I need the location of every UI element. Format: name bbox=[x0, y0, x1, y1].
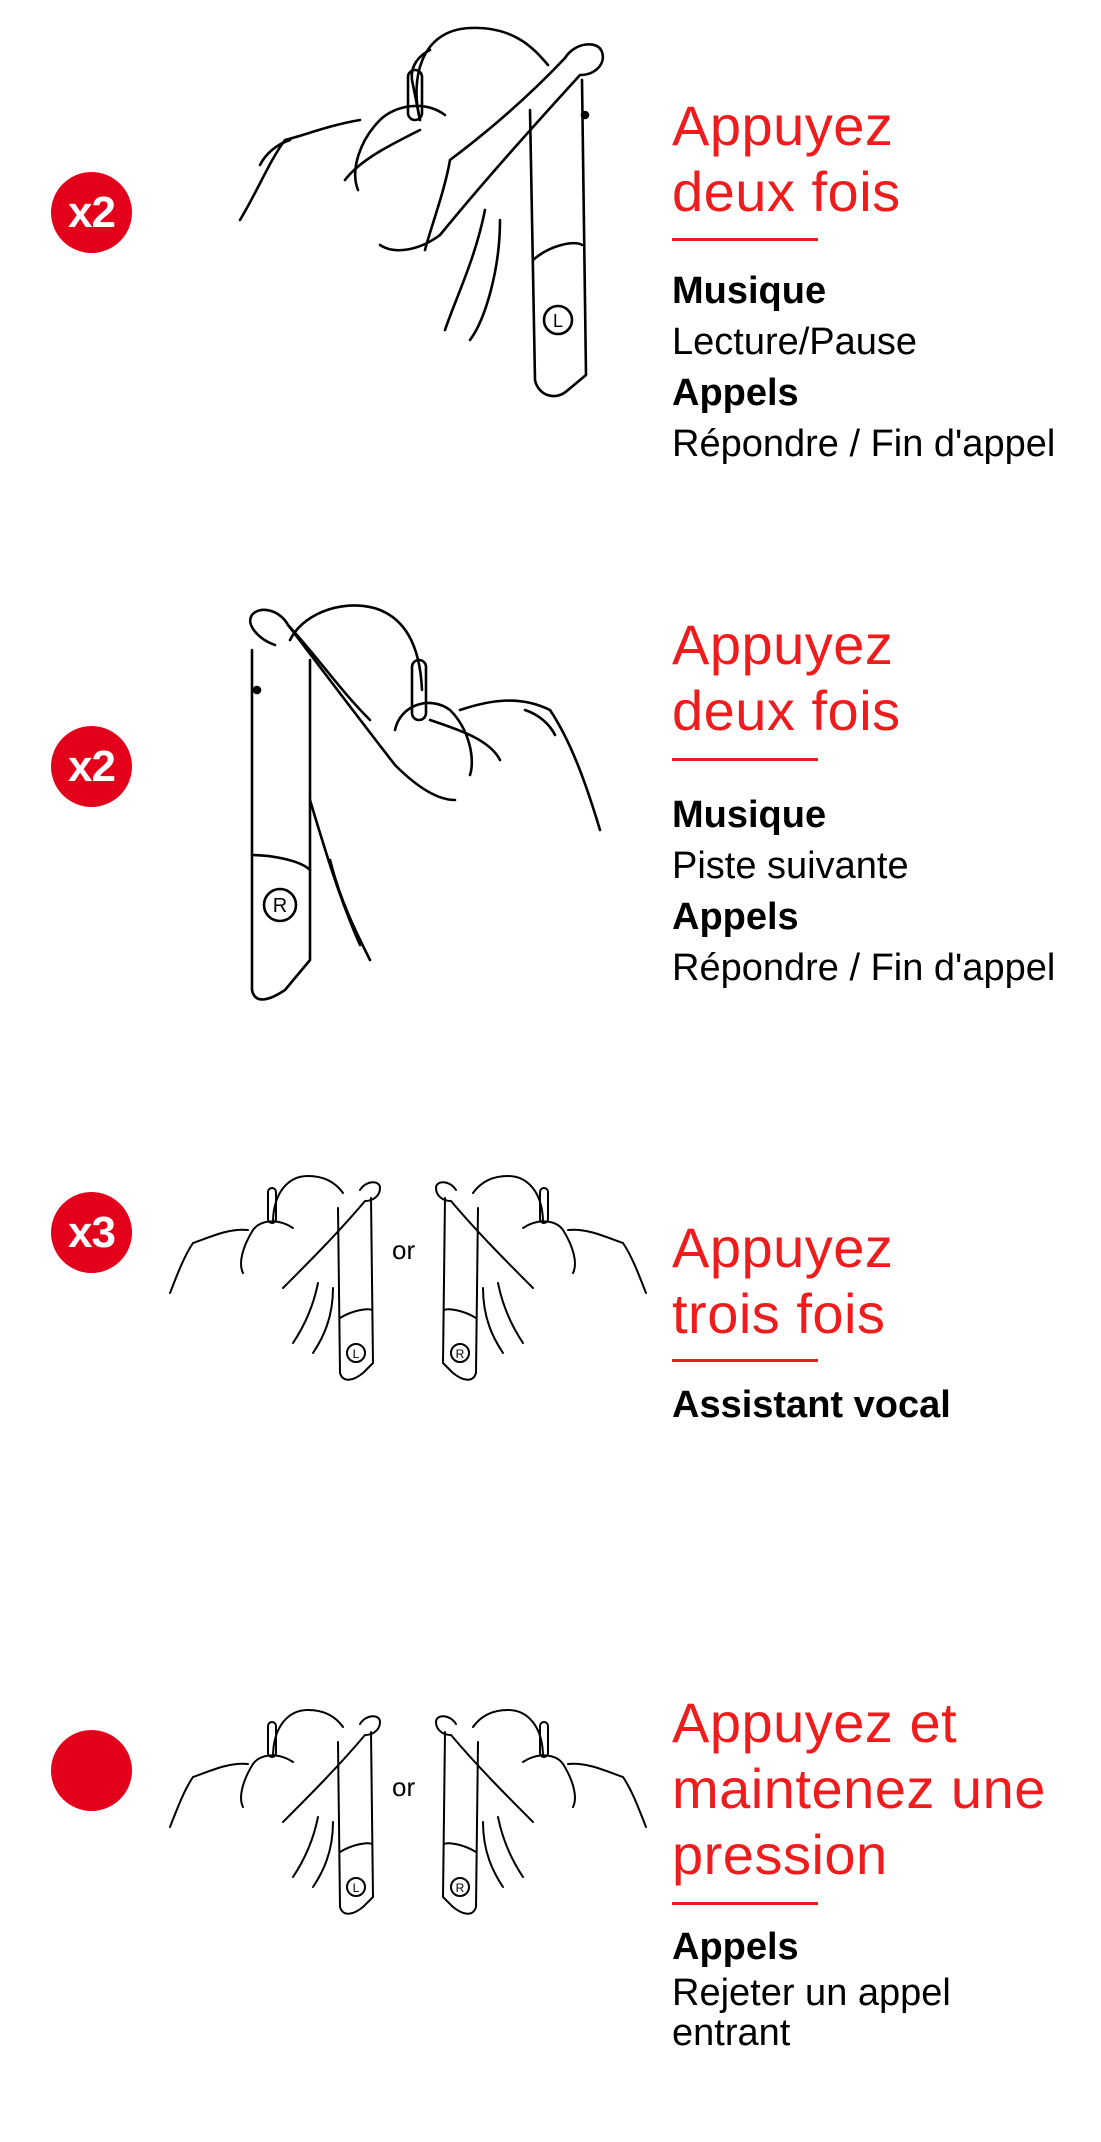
calls-label: Appels bbox=[672, 372, 799, 414]
step-double-tap-right: x2 R Appuyez deux fois Musique Piste sui… bbox=[0, 520, 1101, 1020]
or-label: or bbox=[392, 1235, 416, 1265]
step-description: Musique Piste suivante Appels Répondre /… bbox=[672, 790, 1055, 994]
double-tap-badge: x2 bbox=[51, 726, 132, 807]
triple-tap-badge: x3 bbox=[51, 1192, 132, 1273]
heading-underline bbox=[672, 1902, 818, 1905]
step-heading: Appuyez trois fois bbox=[672, 1216, 894, 1345]
calls-action: Répondre / Fin d'appel bbox=[672, 947, 1056, 989]
left-earbud-tap-illustration: L bbox=[230, 20, 610, 410]
heading-underline bbox=[672, 238, 818, 241]
heading-underline bbox=[672, 758, 818, 761]
or-label: or bbox=[392, 1772, 416, 1802]
heading-underline bbox=[672, 1359, 818, 1362]
both-earbuds-tap-illustration: L R bbox=[168, 1168, 648, 1398]
svg-text:L: L bbox=[353, 1347, 360, 1361]
svg-text:R: R bbox=[456, 1347, 465, 1361]
calls-action: Rejeter un appel bbox=[672, 1972, 951, 2014]
svg-text:L: L bbox=[353, 1881, 360, 1895]
svg-text:L: L bbox=[553, 311, 563, 331]
music-action: Lecture/Pause bbox=[672, 321, 918, 363]
calls-label: Appels bbox=[672, 896, 799, 938]
both-earbuds-hold-illustration: L R bbox=[168, 1702, 648, 1932]
step-description: Musique Lecture/Pause Appels Répondre / … bbox=[672, 266, 1055, 470]
calls-action-line2: entrant bbox=[672, 2012, 791, 2054]
calls-action: Répondre / Fin d'appel bbox=[672, 423, 1056, 465]
music-action: Piste suivante bbox=[672, 845, 909, 887]
calls-label: Appels bbox=[672, 1926, 799, 1968]
press-hold-badge bbox=[51, 1730, 132, 1811]
right-earbud-tap-illustration: R bbox=[230, 600, 610, 1020]
svg-text:R: R bbox=[456, 1881, 465, 1895]
svg-text:R: R bbox=[273, 895, 287, 917]
step-description: Assistant vocal bbox=[672, 1380, 951, 1431]
step-double-tap-left: x2 L Appuyez deux fois Musique Lecture/P… bbox=[0, 0, 1101, 480]
step-heading: Appuyez deux fois bbox=[672, 613, 901, 742]
double-tap-badge: x2 bbox=[51, 172, 132, 253]
music-label: Musique bbox=[672, 270, 827, 312]
step-press-and-hold: L R or Appuyez et maintenez une pression… bbox=[0, 1680, 1101, 2142]
step-heading: Appuyez deux fois bbox=[672, 94, 901, 223]
step-triple-tap: x3 L R or Appuyez trois fois Assistant v… bbox=[0, 1140, 1101, 1570]
step-description: Appels Rejeter un appel entrant bbox=[672, 1922, 951, 2053]
voice-assistant-label: Assistant vocal bbox=[672, 1384, 951, 1426]
music-label: Musique bbox=[672, 794, 827, 836]
step-heading: Appuyez et maintenez une pression bbox=[672, 1691, 1046, 1886]
